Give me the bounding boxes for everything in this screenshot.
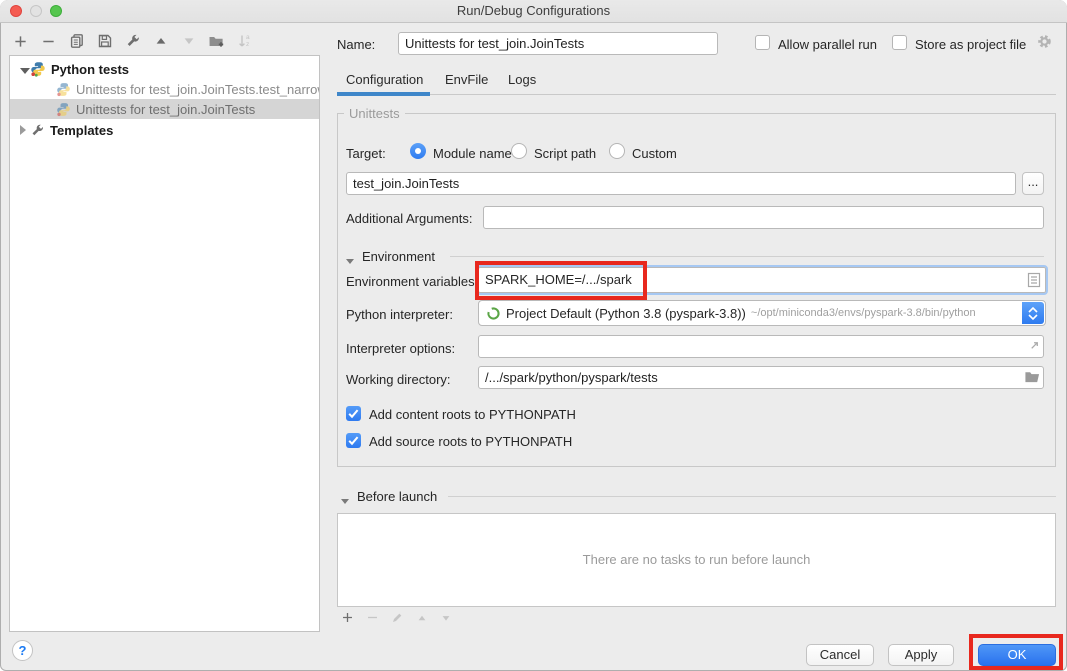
python-run-config-icon — [56, 82, 71, 97]
edit-defaults-wrench-icon[interactable] — [124, 33, 141, 50]
folder-icon[interactable] — [1024, 370, 1040, 384]
tree-item-templates[interactable]: Templates — [10, 120, 319, 140]
apply-button[interactable]: Apply — [888, 644, 954, 666]
add-icon[interactable] — [12, 33, 29, 50]
add-source-roots-label: Add source roots to PYTHONPATH — [369, 434, 572, 449]
python-interpreter-select[interactable]: Project Default (Python 3.8 (pyspark-3.8… — [478, 300, 1046, 326]
run-debug-configurations-dialog: Run/Debug Configurations az — [0, 0, 1067, 671]
tree-item-python-tests[interactable]: Python tests — [10, 59, 319, 79]
interpreter-options-label: Interpreter options: — [346, 341, 455, 356]
target-module-name-label: Module name — [433, 146, 512, 161]
python-interpreter-label: Python interpreter: — [346, 307, 453, 322]
title-bar: Run/Debug Configurations — [0, 0, 1067, 23]
store-as-project-file-checkbox[interactable] — [892, 35, 907, 50]
environment-section-title: Environment — [362, 249, 435, 264]
sort-alphabetically-icon[interactable]: az — [236, 33, 253, 50]
before-launch-tasks-panel: There are no tasks to run before launch — [337, 513, 1056, 607]
before-launch-collapse-arrow-icon[interactable] — [341, 492, 349, 507]
templates-wrench-icon — [30, 123, 45, 138]
name-input[interactable]: Unittests for test_join.JoinTests — [398, 32, 718, 55]
edit-variables-icon[interactable] — [1027, 272, 1041, 288]
remove-icon[interactable] — [40, 33, 57, 50]
target-script-path-radio[interactable] — [511, 143, 527, 159]
cancel-button[interactable]: Cancel — [806, 644, 874, 666]
tree-item-label: Templates — [50, 123, 113, 138]
python-tests-icon — [30, 61, 46, 77]
interpreter-value: Project Default (Python 3.8 (pyspark-3.8… — [506, 306, 746, 321]
tree-item-unittests-jointests-selected[interactable]: Unittests for test_join.JoinTests — [10, 99, 319, 119]
expand-field-icon[interactable] — [1028, 339, 1041, 352]
move-down-icon[interactable] — [180, 33, 197, 50]
tab-strip-divider — [337, 94, 1056, 95]
window-title: Run/Debug Configurations — [0, 3, 1067, 18]
collapse-arrow-icon[interactable] — [20, 62, 30, 77]
target-module-name-radio[interactable] — [410, 143, 426, 159]
before-launch-title: Before launch — [357, 489, 437, 504]
move-task-up-icon[interactable] — [416, 612, 428, 624]
environment-variables-field[interactable]: SPARK_HOME=/.../spark — [476, 265, 1048, 295]
ok-button[interactable]: OK — [978, 644, 1056, 666]
edit-task-pencil-icon[interactable] — [391, 611, 404, 624]
target-custom-label: Custom — [632, 146, 677, 161]
environment-collapse-arrow-icon[interactable] — [346, 252, 354, 267]
store-as-project-file-label: Store as project file — [915, 37, 1026, 52]
help-button[interactable]: ? — [12, 640, 33, 661]
add-source-roots-checkbox[interactable] — [346, 433, 361, 448]
configurations-tree: Python tests Unittests for test_join.Joi… — [9, 55, 320, 632]
additional-arguments-label: Additional Arguments: — [346, 211, 472, 226]
target-input[interactable]: test_join.JoinTests — [346, 172, 1016, 195]
tree-item-label: Unittests for test_join.JoinTests.test_n… — [76, 82, 319, 97]
tab-configuration[interactable]: Configuration — [346, 72, 423, 87]
allow-parallel-run-checkbox[interactable] — [755, 35, 770, 50]
tree-item-label: Python tests — [51, 62, 129, 77]
environment-variables-label: Environment variables: — [346, 274, 478, 289]
environment-section-rule — [450, 256, 1044, 257]
save-icon[interactable] — [96, 33, 113, 50]
configurations-toolbar: az — [12, 31, 253, 51]
name-label: Name: — [337, 37, 375, 52]
interpreter-options-input[interactable] — [478, 335, 1044, 358]
browse-button[interactable]: ... — [1022, 172, 1044, 195]
tab-logs[interactable]: Logs — [508, 72, 536, 87]
new-folder-icon[interactable] — [208, 33, 225, 50]
tasks-toolbar — [341, 611, 452, 624]
environment-variables-value[interactable]: SPARK_HOME=/.../spark — [478, 267, 1046, 293]
add-task-icon[interactable] — [341, 611, 354, 624]
expand-arrow-icon[interactable] — [20, 123, 30, 138]
unittests-group-title: Unittests — [344, 106, 405, 121]
add-content-roots-checkbox[interactable] — [346, 406, 361, 421]
copy-icon[interactable] — [68, 33, 85, 50]
svg-text:z: z — [246, 41, 249, 48]
gear-icon[interactable] — [1036, 33, 1053, 50]
additional-arguments-input[interactable] — [483, 206, 1044, 229]
working-directory-input[interactable]: /.../spark/python/pyspark/tests — [478, 366, 1044, 389]
target-script-path-label: Script path — [534, 146, 596, 161]
python-run-config-icon — [56, 102, 71, 117]
move-up-icon[interactable] — [152, 33, 169, 50]
add-content-roots-label: Add content roots to PYTHONPATH — [369, 407, 576, 422]
remove-task-icon[interactable] — [366, 611, 379, 624]
before-launch-rule — [448, 496, 1056, 497]
tree-item-label: Unittests for test_join.JoinTests — [76, 102, 255, 117]
target-custom-radio[interactable] — [609, 143, 625, 159]
target-label: Target: — [346, 146, 386, 161]
combo-spinner-icon[interactable] — [1022, 302, 1044, 324]
move-task-down-icon[interactable] — [440, 612, 452, 624]
tab-envfile[interactable]: EnvFile — [445, 72, 488, 87]
active-tab-underline — [337, 92, 430, 96]
conda-env-icon — [486, 306, 501, 321]
working-directory-label: Working directory: — [346, 372, 451, 387]
no-tasks-message: There are no tasks to run before launch — [338, 552, 1055, 567]
interpreter-path: ~/opt/miniconda3/envs/pyspark-3.8/bin/py… — [751, 307, 976, 319]
tree-item-unittests-test-narrow[interactable]: Unittests for test_join.JoinTests.test_n… — [10, 79, 319, 99]
allow-parallel-run-label: Allow parallel run — [778, 37, 877, 52]
svg-text:a: a — [246, 34, 250, 41]
